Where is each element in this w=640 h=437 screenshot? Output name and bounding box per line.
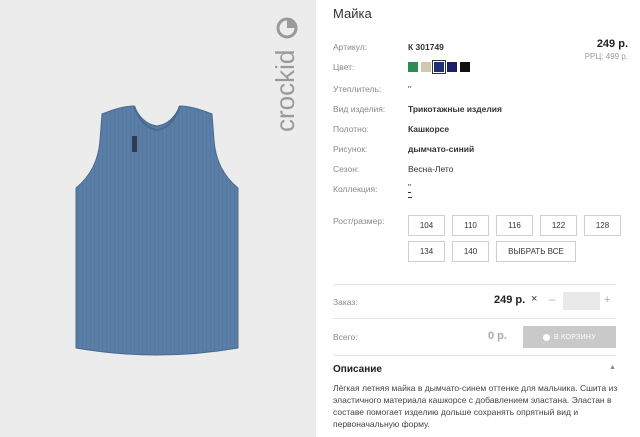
select-all-sizes-button[interactable]: ВЫБРАТЬ ВСЕ (496, 241, 576, 262)
article-value: К 301749 (408, 42, 444, 52)
quantity-input[interactable] (563, 292, 600, 310)
season-label: Сезон: (333, 164, 360, 174)
collection-value[interactable]: " (408, 183, 412, 193)
total-label: Всего: (333, 332, 358, 342)
cart-icon (542, 333, 550, 341)
size-button-128[interactable]: 128 (584, 215, 621, 236)
order-price: 249 р. (494, 294, 526, 306)
collection-dash (408, 197, 412, 198)
color-swatch-navy[interactable] (447, 62, 457, 72)
add-to-cart-label: В КОРЗИНУ (553, 333, 597, 341)
tank-top-image (75, 105, 239, 356)
color-swatch-beige[interactable] (421, 62, 431, 72)
total-price: 0 р. (488, 330, 507, 342)
size-button-116[interactable]: 116 (496, 215, 533, 236)
size-label: Рост/размер: (333, 216, 385, 226)
article-label: Артикул: (333, 42, 368, 52)
collection-label: Коллекция: (333, 184, 378, 194)
color-swatch-black[interactable] (460, 62, 470, 72)
description-text: Лёгкая летняя майка в дымчато-синем отте… (333, 383, 618, 429)
description-title[interactable]: Описание (333, 364, 382, 375)
season-value: Весна-Лето (408, 164, 454, 174)
color-swatch-green[interactable] (408, 62, 418, 72)
order-label: Заказ: (333, 297, 358, 307)
svg-text:crockid: crockid (270, 50, 300, 132)
rrp-price: РРЦ: 499 р. (584, 52, 628, 61)
brand-logo: crockid (270, 17, 300, 132)
color-swatch-navy-selected[interactable] (432, 60, 446, 74)
divider (333, 355, 616, 356)
color-label: Цвет: (333, 62, 355, 72)
size-button-134[interactable]: 134 (408, 241, 445, 262)
color-swatches (408, 60, 470, 74)
size-button-104[interactable]: 104 (408, 215, 445, 236)
remove-icon[interactable]: × (531, 293, 537, 305)
insulation-label: Утеплитель: (333, 84, 382, 94)
size-button-110[interactable]: 110 (452, 215, 489, 236)
product-title: Майка (333, 6, 372, 21)
quantity-decrement-button[interactable]: – (549, 294, 555, 306)
pattern-value: дымчато-синий (408, 144, 475, 154)
quantity-increment-button[interactable]: + (604, 294, 610, 306)
chevron-up-icon[interactable]: ▲ (609, 364, 616, 371)
divider (333, 284, 616, 285)
type-value: Трикотажные изделия (408, 104, 502, 114)
divider (333, 318, 616, 319)
fabric-label: Полотно: (333, 124, 369, 134)
pattern-label: Рисунок: (333, 144, 368, 154)
product-photo[interactable]: crockid (0, 0, 316, 437)
size-options: 104 110 116 122 128 134 140 ВЫБРАТЬ ВСЕ (408, 215, 626, 262)
insulation-value: " (408, 84, 412, 94)
size-button-122[interactable]: 122 (540, 215, 577, 236)
add-to-cart-button[interactable]: В КОРЗИНУ (523, 326, 616, 348)
product-price: 249 р. (596, 38, 628, 50)
size-button-140[interactable]: 140 (452, 241, 489, 262)
fabric-value: Кашкорсе (408, 124, 450, 134)
type-label: Вид изделия: (333, 104, 386, 114)
